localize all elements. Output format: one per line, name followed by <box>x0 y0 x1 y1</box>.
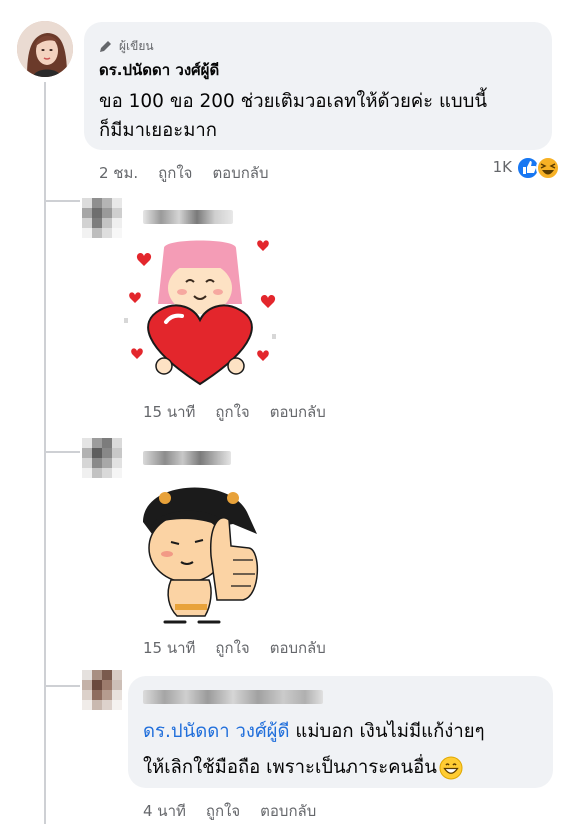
reply-button[interactable]: ตอบกลับ <box>270 400 326 424</box>
reply-button[interactable]: ตอบกลับ <box>270 636 326 660</box>
avatar[interactable] <box>17 21 73 77</box>
thumbs-up-sticker <box>143 487 259 624</box>
comment-text-line-2: ก็มีมาเยอะมาก <box>99 120 217 141</box>
reply-meta: 4 นาที ถูกใจ ตอบกลับ <box>143 799 316 823</box>
thread-line-branch-1 <box>44 200 80 202</box>
thread-line-branch-3 <box>44 685 80 687</box>
reply-button[interactable]: ตอบกลับ <box>212 161 268 185</box>
reply-button[interactable]: ตอบกลับ <box>260 799 316 823</box>
avatar[interactable] <box>82 670 122 710</box>
like-icon <box>516 156 540 180</box>
blurred-commenter-name <box>143 690 323 704</box>
reply-text: ให้เลิกใช้มือถือ เพราะเป็นภาระคนอื่น <box>143 757 437 778</box>
comment-meta: 2 ชม. ถูกใจ ตอบกลับ <box>99 161 269 185</box>
avatar[interactable] <box>82 438 122 478</box>
thread-line-branch-2 <box>44 451 80 453</box>
mention-link[interactable]: ดร.ปนัดดา วงศ์ผู้ดี <box>143 721 290 742</box>
grinning-emoji-icon <box>439 756 463 779</box>
reply-text: แม่บอก เงินไม่มีแก้ง่ายๆ <box>289 721 485 742</box>
reaction-count[interactable]: 1K <box>493 158 512 176</box>
avatar[interactable] <box>82 198 122 238</box>
reply-time[interactable]: 15 นาที <box>143 400 195 424</box>
reply-time[interactable]: 15 นาที <box>143 636 195 660</box>
reaction-icons[interactable] <box>516 155 564 181</box>
comment-text-line-1: ขอ 100 ขอ 200 ช่วยเติมวอเลทให้ด้วยค่ะ แบ… <box>99 91 488 112</box>
like-button[interactable]: ถูกใจ <box>158 161 192 185</box>
thread-line-main <box>44 82 46 824</box>
author-badge: ผู้เขียน <box>99 37 154 56</box>
reply-time[interactable]: 4 นาที <box>143 799 186 823</box>
author-badge-label: ผู้เขียน <box>119 39 154 53</box>
like-button[interactable]: ถูกใจ <box>215 400 249 424</box>
author-portrait-icon <box>17 21 73 77</box>
reply-meta: 15 นาที ถูกใจ ตอบกลับ <box>143 400 326 424</box>
comment-time[interactable]: 2 ชม. <box>99 161 138 185</box>
reply-meta: 15 นาที ถูกใจ ตอบกลับ <box>143 636 326 660</box>
reply-text-line-2: ให้เลิกใช้มือถือ เพราะเป็นภาระคนอื่น <box>143 753 463 782</box>
girl-heart-sticker <box>124 240 276 386</box>
like-button[interactable]: ถูกใจ <box>215 636 249 660</box>
comment-author-name[interactable]: ดร.ปนัดดา วงศ์ผู้ดี <box>99 58 219 82</box>
laugh-icon <box>536 156 560 180</box>
pencil-icon <box>100 41 111 52</box>
blurred-commenter-name <box>143 210 233 224</box>
like-button[interactable]: ถูกใจ <box>206 799 240 823</box>
blurred-commenter-name <box>143 451 231 465</box>
reply-text-line-1: ดร.ปนัดดา วงศ์ผู้ดี แม่บอก เงินไม่มีแก้ง… <box>143 717 485 746</box>
